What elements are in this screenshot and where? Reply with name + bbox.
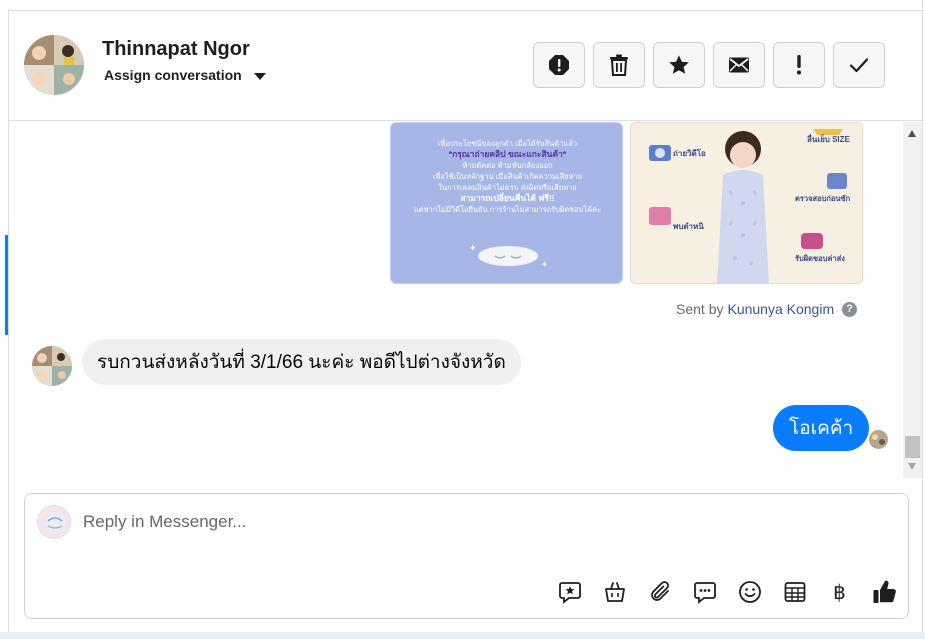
composer-toolbar: ฿ [552,577,902,607]
follow-up-button[interactable] [773,42,825,88]
payment-request-button[interactable]: ฿ [822,577,857,607]
messenger-inbox-page: Thinnapat Ngor Assign conversation เพื่อ… [0,0,925,639]
contact-name[interactable]: Thinnapat Ngor [102,38,250,61]
question-circle-icon[interactable]: ? [842,301,858,317]
notice-line: ห้ามตัดต่อ ห้ามหันกล้องออก [462,161,553,170]
saved-reply-icon [558,582,581,604]
assign-conversation-label: Assign conversation [104,67,242,83]
appointment-button[interactable] [777,577,812,607]
sent-by-agent[interactable]: Kununya Kongim [727,301,834,317]
reply-composer[interactable]: Reply in Messenger... ฿ [24,493,909,619]
notice-line: ในการเคลมสินค้าไม่ครบ ส่งผิดหรือเสียหาย [438,183,577,192]
like-button[interactable] [867,577,902,607]
delete-button[interactable] [593,42,645,88]
alert-octagon-icon [549,55,569,75]
page-avatar [37,505,71,539]
mark-done-button[interactable] [833,42,885,88]
star-icon [669,55,689,74]
guide-label-check: ตรวจสอบก่อนซัก [795,194,851,203]
sleep-mask-illustration: ✦ ✦ [469,244,548,269]
frame-right-border [922,0,923,639]
svg-text:✦: ✦ [541,260,548,269]
conversation-header: Thinnapat Ngor Assign conversation [9,11,922,121]
thread-scrollbar[interactable] [903,122,922,478]
scrollbar-thumb[interactable] [905,436,920,458]
svg-text:✦: ✦ [469,244,477,254]
notice-line-highlight: *กรุณาถ่ายคลิป ขณะแกะสินค้า* [448,149,567,159]
quick-replies-button[interactable] [687,577,722,607]
new-message-marker [5,235,8,335]
scroll-up-arrow-icon[interactable] [908,130,916,137]
mark-unread-button[interactable] [713,42,765,88]
shop-button[interactable] [597,577,632,607]
mark-spam-button[interactable] [533,42,585,88]
saved-reply-button[interactable] [552,577,587,607]
exclamation-icon [797,55,801,75]
guide-label-defect: พบตำหนิ [673,222,704,231]
chat-dots-icon [693,582,716,604]
emoji-button[interactable] [732,577,767,607]
emoji-icon [738,581,761,603]
caret-down-icon [253,72,266,80]
shopping-bag-icon [604,582,625,602]
sender-avatar[interactable] [32,346,72,386]
trash-icon [610,54,628,76]
star-button[interactable] [653,42,705,88]
attachment-image-product-guide[interactable]: ถ่ายวิดีโอ ลื่นเย็บ SIZE ตรวจสอบก่อนซัก … [630,122,863,284]
calendar-grid-icon [784,582,805,602]
scroll-down-arrow-icon[interactable] [908,463,916,470]
thumbs-up-icon [873,580,896,603]
guide-label-size: ลื่นเย็บ SIZE [807,135,850,144]
notice-line: เพื่อประโยชน์ของลูกค้า เมื่อได้รับสินค้า… [437,139,578,148]
guide-label-shipping: รับผิดชอบค่าส่ง [795,254,845,263]
notice-line: แต่หากไม่มีวิดีโอยืนยัน การร้านไม่สามารถ… [413,205,602,214]
contact-avatar[interactable] [24,35,84,95]
packing-notice-text: เพื่อประโยชน์ของลูกค้า เมื่อได้รับสินค้า… [405,138,610,215]
incoming-message-bubble[interactable]: รบกวนส่งหลังวันที่ 3/1/66 นะค่ะ พอดีไปต่… [82,339,521,385]
attachment-image-packing-notice[interactable]: เพื่อประโยชน์ของลูกค้า เมื่อได้รับสินค้า… [390,122,623,284]
sent-by-prefix: Sent by [676,301,724,317]
bottom-status-strip [0,632,925,639]
notice-line-free: สามารถเปลี่ยนคืนได้ ฟรี!! [460,193,555,203]
check-icon [849,58,869,73]
seen-indicator-avatar [869,430,888,449]
assign-conversation-dropdown[interactable]: Assign conversation [104,67,266,83]
outgoing-message-bubble[interactable]: โอเคค้า [773,405,870,451]
reply-input[interactable]: Reply in Messenger... [83,512,246,532]
guide-label-record: ถ่ายวิดีโอ [673,149,706,158]
sent-by-info: Sent by Kununya Kongim ? [676,301,858,317]
baht-icon: ฿ [833,580,846,604]
notice-line: เพื่อใช้เป็นหลักฐาน เมื่อสินค้าเกิดความเ… [432,172,583,181]
paperclip-icon [650,581,669,601]
envelope-icon [729,57,749,73]
attach-file-button[interactable] [642,577,677,607]
conversation-actions [533,42,885,88]
